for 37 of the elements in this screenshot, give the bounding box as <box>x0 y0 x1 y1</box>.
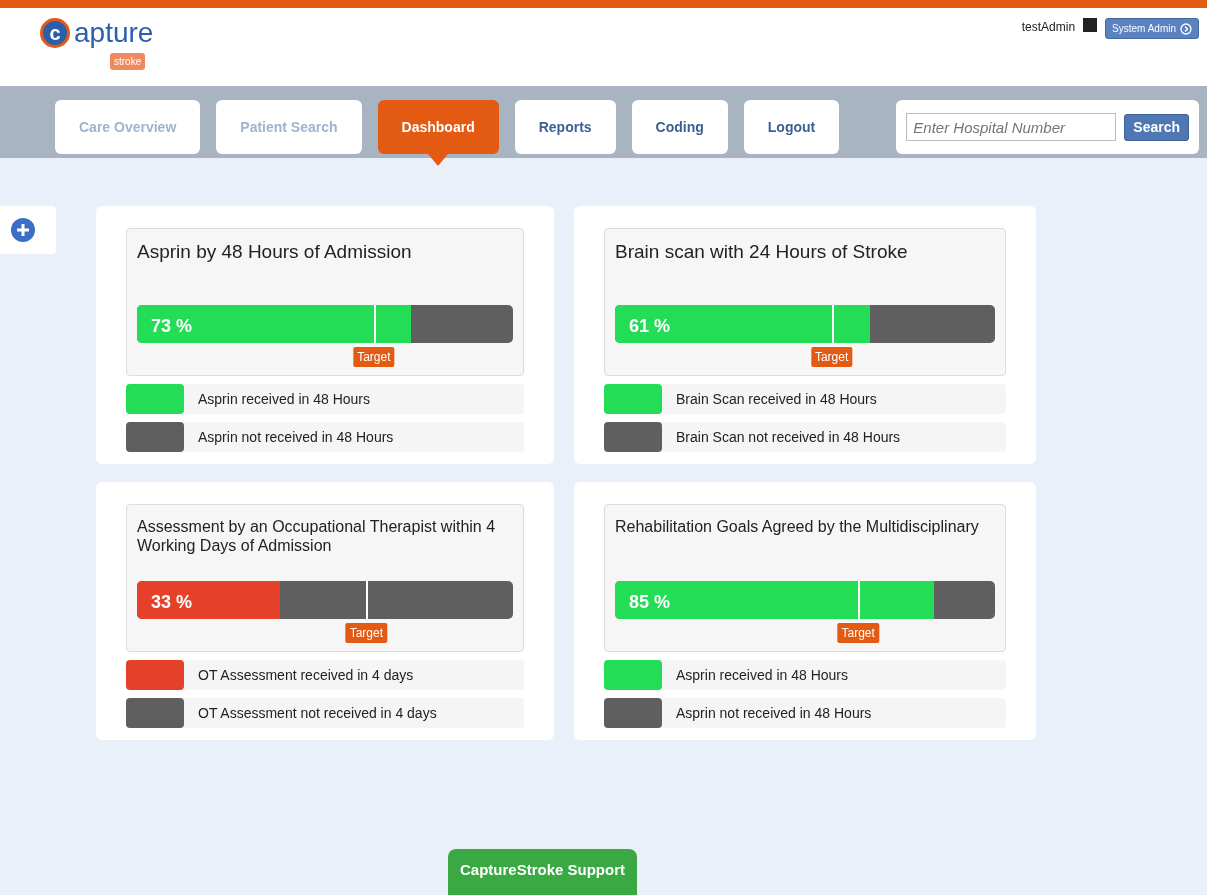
legend-label: Brain Scan not received in 48 Hours <box>676 427 901 447</box>
legend-label: OT Assessment not received in 4 days <box>198 703 437 723</box>
target-label: Target <box>345 623 388 643</box>
legend-label: Asprin received in 48 Hours <box>676 665 848 685</box>
nav-tab[interactable]: Coding <box>631 100 728 154</box>
indicator-title: Asprin by 48 Hours of Admission <box>137 241 413 264</box>
indicator-title: Rehabilitation Goals Agreed by the Multidisciplinary <box>615 517 980 537</box>
indicator-title: Assessment by an Occupational Therapist within 4 Working Days of Admission <box>137 517 497 557</box>
support-button[interactable]: CaptureStroke Support <box>448 848 637 895</box>
legend-label: Asprin received in 48 Hours <box>198 389 370 409</box>
user-name: testAdmin <box>1021 19 1076 36</box>
search-button[interactable]: Search <box>1124 113 1189 141</box>
legend-label: Asprin not received in 48 Hours <box>198 427 394 447</box>
add-icon <box>10 217 36 243</box>
logo-text: apture <box>74 19 154 47</box>
percent-label: 73 % <box>151 315 193 338</box>
hospital-number-field[interactable]: Enter Hospital Number <box>906 113 1117 141</box>
add-panel-tab[interactable] <box>0 206 56 254</box>
nav-tab[interactable]: Patient Search <box>216 100 362 154</box>
legend-label: Asprin not received in 48 Hours <box>676 703 872 723</box>
percent-label: 61 % <box>629 315 671 338</box>
legend-label: OT Assessment received in 4 days <box>198 665 414 685</box>
role-button[interactable]: System Admin <box>1105 18 1199 39</box>
indicator-title: Brain scan with 24 Hours of Stroke <box>615 241 909 264</box>
nav-tab[interactable]: Logout <box>743 100 840 154</box>
nav-tab[interactable]: Care Overview <box>55 100 201 154</box>
logo-mark: c <box>40 18 70 48</box>
arrow-circle-icon <box>1180 22 1192 35</box>
logo-subtitle: stroke <box>110 53 146 70</box>
percent-label: 85 % <box>629 591 671 614</box>
percent-label: 33 % <box>151 591 193 614</box>
target-label: Target <box>837 623 879 643</box>
tab-pointer <box>428 154 449 166</box>
legend-label: Brain Scan received in 48 Hours <box>676 389 877 409</box>
target-label: Target <box>810 347 853 367</box>
target-label: Target <box>353 347 395 367</box>
nav-tab[interactable]: Reports <box>514 100 616 154</box>
